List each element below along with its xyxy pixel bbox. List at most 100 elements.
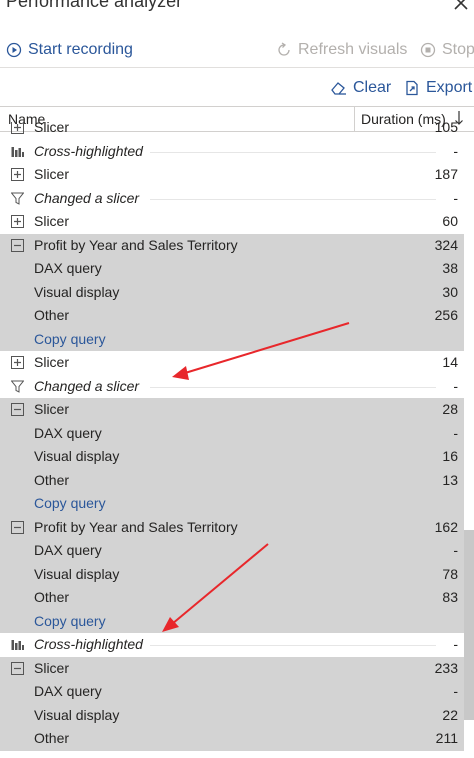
row-label: Slicer [34,122,70,135]
toolbar-secondary: Clear Export [0,74,474,102]
row-duration: 162 [434,518,458,535]
row-duration: 16 [442,448,458,464]
event-list: Slicer 105 Cross-highlighted - Slicer 187 Chan… [0,122,474,758]
expand-icon[interactable] [11,168,24,181]
row-label: Slicer [34,213,70,229]
row-label: Slicer [34,354,70,370]
row-label: Slicer [34,401,70,417]
start-recording-label: Start recording [28,41,133,58]
row-divider [150,151,436,153]
pane-title: Performance analyzer [6,0,183,11]
row-label: DAX query [34,542,102,558]
close-icon[interactable] [452,0,470,12]
table-row[interactable]: Other 83 [0,586,464,610]
row-divider [150,386,436,388]
scrollbar-thumb[interactable] [464,530,474,720]
stop-icon [420,42,436,58]
row-duration: 30 [442,283,458,300]
row-duration: 60 [442,213,458,229]
expand-icon[interactable] [11,215,24,228]
table-row[interactable]: Visual display 22 [0,703,464,727]
row-label: Profit by Year and Sales Territory [34,518,238,535]
table-row[interactable]: Copy query [0,492,464,516]
row-divider [150,198,436,200]
row-label: Slicer [34,659,70,676]
copy-query-link[interactable]: Copy query [34,331,106,347]
table-row[interactable]: Changed a slicer - [0,375,464,399]
stop-button[interactable]: Stop [420,36,474,64]
row-duration: 78 [442,565,458,582]
row-duration: - [453,142,458,159]
export-icon [406,80,418,96]
copy-query-link[interactable]: Copy query [34,495,106,511]
table-row[interactable]: Profit by Year and Sales Territory 324 [0,233,464,257]
table-row[interactable]: Copy query [0,327,464,351]
toolbar-primary: Start recording Refresh visuals Stop [0,36,474,64]
table-row[interactable]: DAX query 38 [0,257,464,281]
export-label: Export [426,79,473,96]
row-label: Visual display [34,706,120,723]
table-row[interactable]: Cross-highlighted - [0,140,464,164]
table-row[interactable]: Profit by Year and Sales Territory 162 [0,515,464,539]
refresh-visuals-label: Refresh visuals [298,41,408,58]
table-row[interactable]: Copy query [0,609,464,633]
row-label: DAX query [34,260,102,276]
row-duration: 324 [434,236,458,253]
expand-icon[interactable] [11,122,24,134]
row-label: Profit by Year and Sales Territory [34,236,238,253]
table-row[interactable]: Slicer 60 [0,210,464,234]
collapse-icon[interactable] [11,661,24,675]
row-label: Visual display [34,283,120,300]
clear-button[interactable]: Clear [330,74,391,102]
row-label: Other [34,307,70,323]
copy-query-link[interactable]: Copy query [34,613,106,629]
table-row[interactable]: Visual display 30 [0,280,464,304]
row-label: DAX query [34,424,102,441]
toolbar-divider [0,67,474,68]
row-label: Other [34,730,70,746]
row-label: Changed a slicer [34,377,140,394]
table-row[interactable]: Visual display 16 [0,445,464,469]
row-duration: 256 [434,307,458,323]
table-row[interactable]: Slicer 14 [0,351,464,375]
collapse-icon[interactable] [11,520,24,534]
collapse-icon[interactable] [11,403,24,416]
table-row[interactable]: Slicer 105 [0,122,464,140]
row-label: DAX query [34,683,102,699]
row-duration: 38 [442,260,458,276]
table-row[interactable]: DAX query - [0,680,464,704]
start-recording-button[interactable]: Start recording [6,36,133,64]
export-button[interactable]: Export [404,74,472,102]
row-duration: 83 [442,589,458,605]
row-label: Changed a slicer [34,189,140,206]
table-row[interactable]: Slicer 187 [0,163,464,187]
row-duration: 187 [434,166,458,182]
row-duration: 14 [442,354,458,370]
row-duration: 13 [442,471,458,488]
table-row[interactable]: Other 211 [0,727,464,751]
row-duration: - [453,636,458,652]
row-duration: - [453,424,458,441]
table-row[interactable]: Other 13 [0,468,464,492]
table-row[interactable]: DAX query - [0,539,464,563]
row-duration: 211 [435,730,458,746]
row-label: Cross-highlighted [34,636,143,652]
collapse-icon[interactable] [11,238,24,252]
table-row[interactable]: Slicer 233 [0,656,464,680]
row-label: Other [34,589,70,605]
table-row[interactable]: Visual display 78 [0,562,464,586]
table-row[interactable]: Changed a slicer - [0,187,464,211]
row-label: Cross-highlighted [34,142,143,159]
row-divider [150,645,436,646]
table-row[interactable]: Other 256 [0,304,464,328]
table-row[interactable]: Cross-highlighted - [0,633,464,657]
bar-chart-icon [11,146,24,157]
table-row[interactable]: Slicer 28 [0,398,464,422]
clear-label: Clear [353,79,392,96]
row-duration: - [453,683,458,699]
refresh-visuals-button[interactable]: Refresh visuals [276,36,407,64]
table-row[interactable]: DAX query - [0,421,464,445]
expand-icon[interactable] [11,356,24,369]
stop-label: Stop [442,41,474,58]
row-duration: 22 [442,706,458,723]
